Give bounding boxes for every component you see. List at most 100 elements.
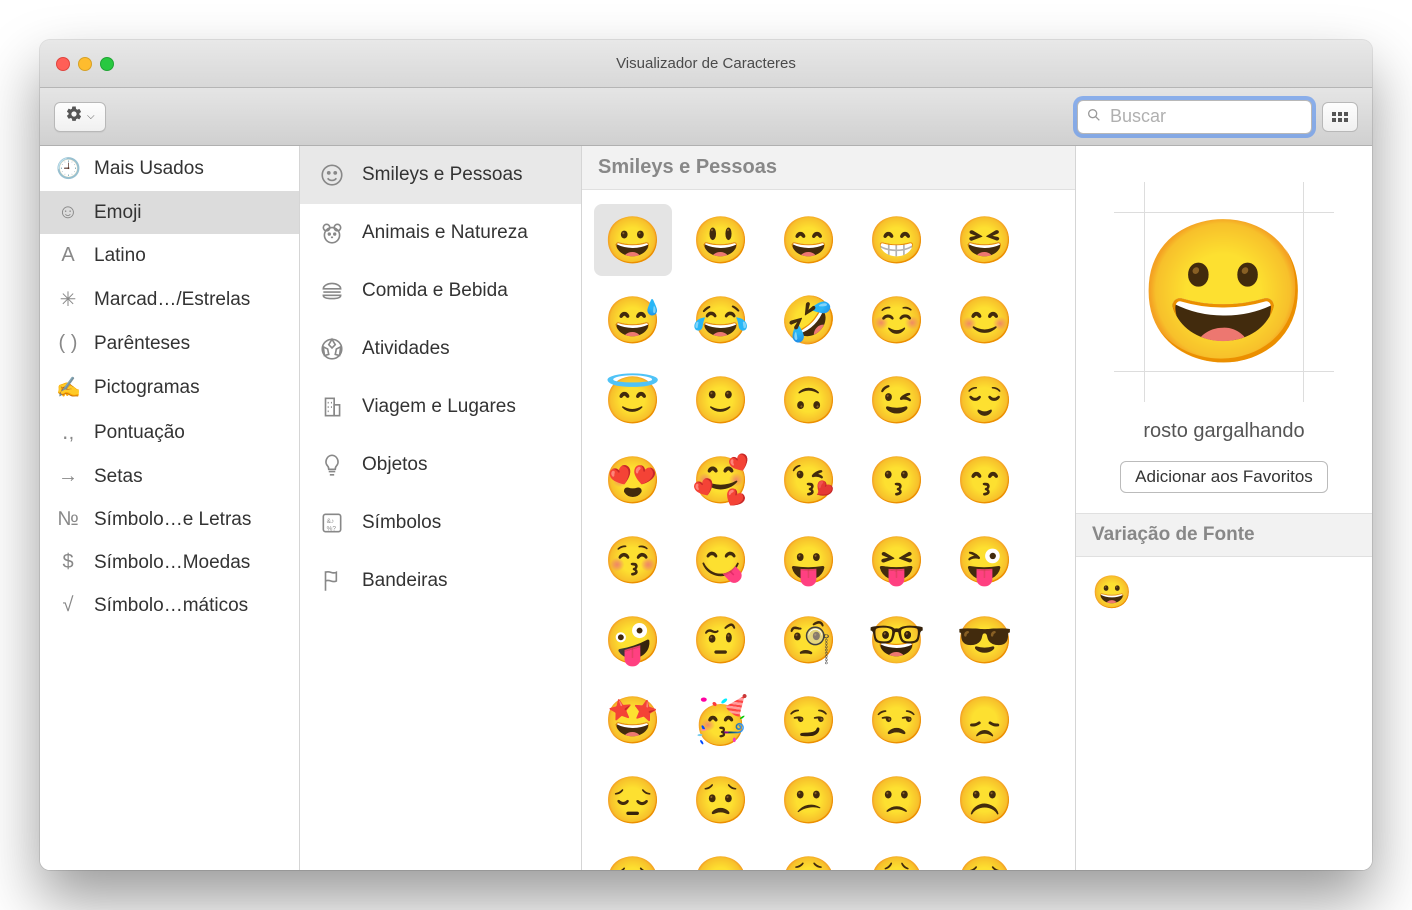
- emoji-cell[interactable]: 😁: [858, 204, 936, 276]
- toolbar: ⌵: [40, 88, 1372, 146]
- category-item[interactable]: →Setas: [40, 455, 299, 498]
- minimize-button[interactable]: [78, 57, 92, 71]
- emoji-cell[interactable]: 😊: [946, 284, 1024, 356]
- emoji-cell[interactable]: 😙: [946, 444, 1024, 516]
- font-variation-item[interactable]: 😀: [1092, 574, 1132, 610]
- category-item[interactable]: ․,Pontuação: [40, 410, 299, 455]
- emoji-cell[interactable]: 🥰: [682, 444, 760, 516]
- emoji-cell[interactable]: 😄: [770, 204, 848, 276]
- emoji-cell[interactable]: 😅: [594, 284, 672, 356]
- emoji-cell[interactable]: 😘: [770, 444, 848, 516]
- category-label: Pontuação: [94, 422, 185, 444]
- search-input[interactable]: [1108, 105, 1303, 128]
- category-icon: ✳: [56, 287, 80, 312]
- emoji-cell[interactable]: 🙂: [682, 364, 760, 436]
- category-label: Símbolo…Moedas: [94, 552, 250, 574]
- emoji-cell[interactable]: 😉: [858, 364, 936, 436]
- emoji-cell[interactable]: 🤣: [770, 284, 848, 356]
- emoji-cell[interactable]: 😫: [770, 844, 848, 870]
- window-title: Visualizador de Caracteres: [40, 55, 1372, 72]
- subcategory-item[interactable]: Comida e Bebida: [300, 262, 581, 320]
- emoji-cell[interactable]: 😟: [682, 764, 760, 836]
- emoji-cell[interactable]: 🤓: [858, 604, 936, 676]
- font-variation-header: Variação de Fonte: [1076, 513, 1372, 557]
- emoji-cell[interactable]: 🤪: [594, 604, 672, 676]
- emoji-cell[interactable]: 😣: [594, 844, 672, 870]
- add-to-favorites-button[interactable]: Adicionar aos Favoritos: [1120, 461, 1328, 493]
- emoji-cell[interactable]: 😋: [682, 524, 760, 596]
- emoji-cell[interactable]: 🥺: [946, 844, 1024, 870]
- emoji-cell[interactable]: 🙃: [770, 364, 848, 436]
- category-icon: ( ): [56, 332, 80, 355]
- category-icon: $: [56, 551, 80, 574]
- emoji-cell[interactable]: 😚: [594, 524, 672, 596]
- category-label: Mais Usados: [94, 158, 204, 180]
- category-item[interactable]: №Símbolo…e Letras: [40, 498, 299, 541]
- emoji-cell[interactable]: 😒: [858, 684, 936, 756]
- subcategory-label: Atividades: [362, 338, 450, 360]
- character-grid-pane: Smileys e Pessoas 😀😃😄😁😆😅😂🤣☺️😊😇🙂🙃😉😌😍🥰😘😗😙😚…: [582, 146, 1076, 870]
- category-icon: A: [56, 244, 80, 267]
- emoji-cell[interactable]: 😌: [946, 364, 1024, 436]
- subcategory-item[interactable]: Atividades: [300, 320, 581, 378]
- emoji-cell[interactable]: 😞: [946, 684, 1024, 756]
- emoji-cell[interactable]: 😖: [682, 844, 760, 870]
- emoji-cell[interactable]: 😀: [594, 204, 672, 276]
- category-label: Símbolo…máticos: [94, 595, 248, 617]
- subcategory-item[interactable]: Bandeiras: [300, 552, 581, 610]
- emoji-cell[interactable]: 😍: [594, 444, 672, 516]
- category-icon: 🕘: [56, 156, 80, 181]
- emoji-cell[interactable]: 😃: [682, 204, 760, 276]
- emoji-cell[interactable]: 😝: [858, 524, 936, 596]
- category-item[interactable]: ( )Parênteses: [40, 322, 299, 365]
- emoji-cell[interactable]: 🤨: [682, 604, 760, 676]
- emoji-cell[interactable]: 🤩: [594, 684, 672, 756]
- category-label: Emoji: [94, 202, 142, 224]
- subcategory-item[interactable]: &♪%?Símbolos: [300, 494, 581, 552]
- emoji-cell[interactable]: 😩: [858, 844, 936, 870]
- subcategory-label: Objetos: [362, 454, 427, 476]
- keyboard-viewer-button[interactable]: [1322, 102, 1358, 132]
- close-button[interactable]: [56, 57, 70, 71]
- emoji-cell[interactable]: 😔: [594, 764, 672, 836]
- character-viewer-window: Visualizador de Caracteres ⌵ 🕘 Mais Usado…: [40, 40, 1372, 870]
- emoji-cell[interactable]: 🙁: [858, 764, 936, 836]
- settings-menu-button[interactable]: ⌵: [54, 102, 106, 132]
- emoji-cell[interactable]: 😛: [770, 524, 848, 596]
- emoji-cell[interactable]: 😆: [946, 204, 1024, 276]
- zoom-button[interactable]: [100, 57, 114, 71]
- emoji-cell[interactable]: ☹️: [946, 764, 1024, 836]
- subcategory-item[interactable]: Smileys e Pessoas: [300, 146, 581, 204]
- emoji-cell[interactable]: ☺️: [858, 284, 936, 356]
- emoji-cell[interactable]: 😎: [946, 604, 1024, 676]
- category-item[interactable]: A Latino: [40, 234, 299, 277]
- category-item[interactable]: 🕘 Mais Usados: [40, 146, 299, 191]
- subcategory-item[interactable]: Objetos: [300, 436, 581, 494]
- emoji-cell[interactable]: 🧐: [770, 604, 848, 676]
- symbols-icon: &♪%?: [318, 510, 346, 536]
- search-field[interactable]: [1077, 100, 1312, 134]
- emoji-cell[interactable]: 😗: [858, 444, 936, 516]
- category-item[interactable]: ✍Pictogramas: [40, 365, 299, 410]
- character-name: rosto gargalhando: [1143, 420, 1304, 443]
- preview-character: 😀: [1137, 222, 1311, 362]
- subcategory-label: Viagem e Lugares: [362, 396, 516, 418]
- subcategory-label: Comida e Bebida: [362, 280, 508, 302]
- subcategory-item[interactable]: Viagem e Lugares: [300, 378, 581, 436]
- emoji-cell[interactable]: 😂: [682, 284, 760, 356]
- category-item[interactable]: ✳Marcad…/Estrelas: [40, 277, 299, 322]
- emoji-cell[interactable]: 🥳: [682, 684, 760, 756]
- category-item[interactable]: $ Símbolo…Moedas: [40, 541, 299, 584]
- category-label: Latino: [94, 245, 146, 267]
- subcategory-item[interactable]: Animais e Natureza: [300, 204, 581, 262]
- emoji-cell[interactable]: 😜: [946, 524, 1024, 596]
- emoji-cell[interactable]: 😏: [770, 684, 848, 756]
- window-controls: [56, 57, 114, 71]
- category-item[interactable]: ☺ Emoji: [40, 191, 299, 234]
- emoji-cell[interactable]: 😕: [770, 764, 848, 836]
- category-item[interactable]: √Símbolo…máticos: [40, 584, 299, 627]
- bear-icon: [318, 220, 346, 246]
- category-icon: ☺: [56, 201, 80, 224]
- keyboard-icon: [1332, 112, 1348, 122]
- emoji-cell[interactable]: 😇: [594, 364, 672, 436]
